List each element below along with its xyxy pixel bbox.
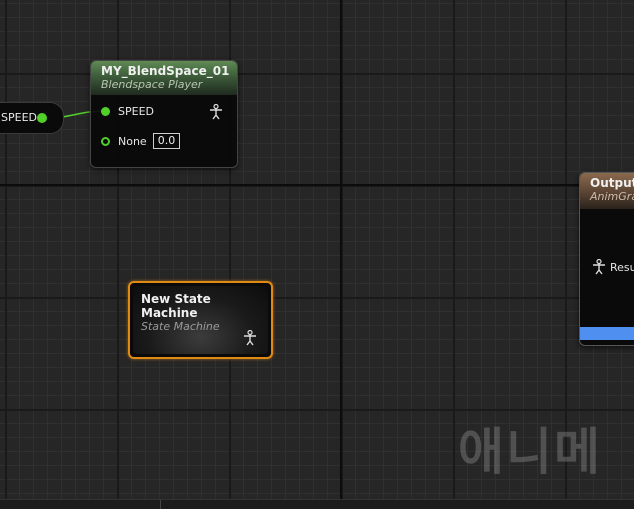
graph-canvas[interactable]: SPEED MY_BlendSpace_01 Blendspace Player… bbox=[0, 0, 634, 509]
pose-input-icon[interactable] bbox=[592, 259, 606, 275]
state-machine-node[interactable]: New State Machine State Machine bbox=[128, 281, 273, 359]
speed-input-pin[interactable] bbox=[101, 107, 110, 116]
blendspace-node-subtitle: Blendspace Player bbox=[101, 78, 203, 91]
output-node-title: Output P bbox=[590, 176, 634, 190]
none-input-pin[interactable] bbox=[101, 136, 110, 146]
blendspace-node-title: MY_BlendSpace_01 bbox=[101, 64, 230, 78]
blendspace-node-header: MY_BlendSpace_01 Blendspace Player bbox=[91, 61, 237, 95]
speed-output-pin[interactable] bbox=[37, 113, 47, 123]
speed-pin-label: SPEED bbox=[118, 105, 154, 118]
result-pin-label: Resu bbox=[610, 260, 634, 274]
output-node-footer bbox=[580, 327, 634, 340]
graph-watermark: 애니메 bbox=[458, 423, 602, 481]
pose-output-icon[interactable] bbox=[209, 104, 223, 120]
output-node-header: Output P AnimGra bbox=[580, 173, 634, 209]
speed-variable-label: SPEED bbox=[1, 111, 37, 124]
pin-row-speed[interactable]: SPEED bbox=[101, 105, 154, 118]
state-machine-title: New State Machine bbox=[141, 292, 211, 320]
output-node-subtitle: AnimGra bbox=[590, 190, 634, 203]
none-pin-label: None bbox=[118, 134, 147, 148]
speed-variable-node[interactable]: SPEED bbox=[0, 102, 64, 134]
none-value-field[interactable]: 0.0 bbox=[152, 133, 181, 149]
pose-output-icon[interactable] bbox=[243, 330, 257, 346]
output-pose-node[interactable]: Output P AnimGra Resu bbox=[579, 172, 634, 346]
blendspace-player-node[interactable]: MY_BlendSpace_01 Blendspace Player SPEED… bbox=[90, 60, 238, 168]
pin-row-none[interactable]: None 0.0 bbox=[101, 133, 181, 149]
result-pin-row[interactable]: Resu bbox=[592, 259, 634, 275]
